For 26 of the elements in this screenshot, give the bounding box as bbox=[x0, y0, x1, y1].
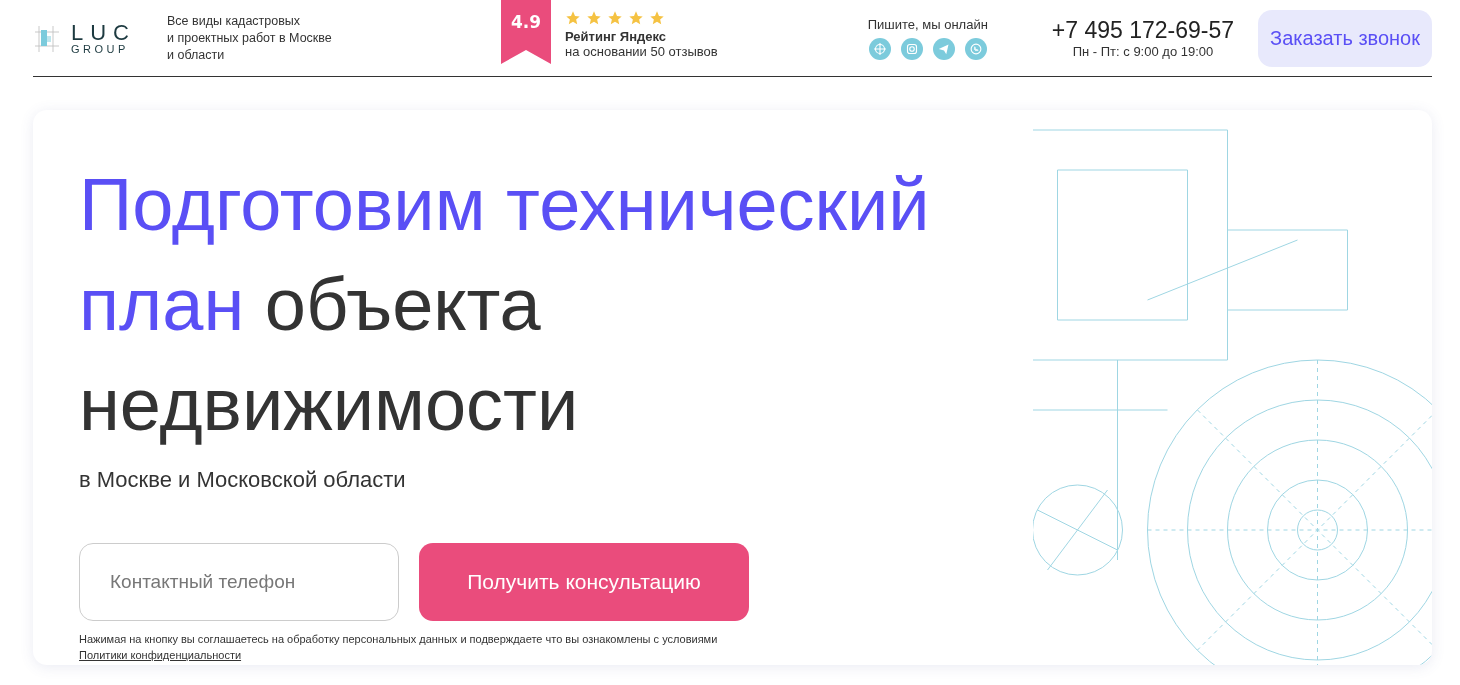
tagline: Все виды кадастровых и проектных работ в Москве и области bbox=[167, 12, 333, 64]
consultation-button[interactable]: Получить консультацию bbox=[419, 543, 749, 621]
subtitle: в Москве и Московской области bbox=[79, 467, 407, 493]
camera-icon[interactable] bbox=[900, 37, 923, 60]
star-icon bbox=[565, 10, 581, 26]
star-icon bbox=[586, 10, 602, 26]
star-icon bbox=[649, 10, 665, 26]
callback-button[interactable]: Заказать звонок bbox=[1258, 9, 1432, 67]
privacy-policy-link[interactable]: Политики конфиденциальности bbox=[79, 649, 242, 661]
rating-note: на основании 50 отзывов bbox=[565, 44, 718, 59]
phone-bubble-icon[interactable] bbox=[964, 37, 987, 60]
rating-title: Рейтинг Яндекс bbox=[565, 29, 668, 44]
working-hours: Пн - Пт: с 9:00 до 19:00 bbox=[1072, 44, 1214, 59]
consent-text: Нажимая на кнопку вы соглашаетесь на обработку персональных данных и подверждаете что вы ознакомлены с условиями Политики конфиденциальности bbox=[79, 632, 719, 663]
compass-icon[interactable] bbox=[868, 37, 891, 60]
rating-ribbon: 4.9 bbox=[501, 0, 551, 64]
star-icon bbox=[628, 10, 644, 26]
phone-input-field[interactable]: Контактный телефон bbox=[79, 543, 399, 621]
logo-subtitle: GROUP bbox=[71, 43, 130, 55]
contact-label: Пишите, мы онлайн bbox=[867, 16, 988, 32]
phone-number[interactable]: +7 495 172-69-57 bbox=[1051, 17, 1235, 44]
star-icon bbox=[607, 10, 623, 26]
paper-plane-icon[interactable] bbox=[932, 37, 955, 60]
headline: Подготовим технический план объекта недвижимости bbox=[79, 162, 931, 448]
logo-icon bbox=[33, 24, 61, 52]
logo-name: LUC bbox=[71, 21, 136, 44]
